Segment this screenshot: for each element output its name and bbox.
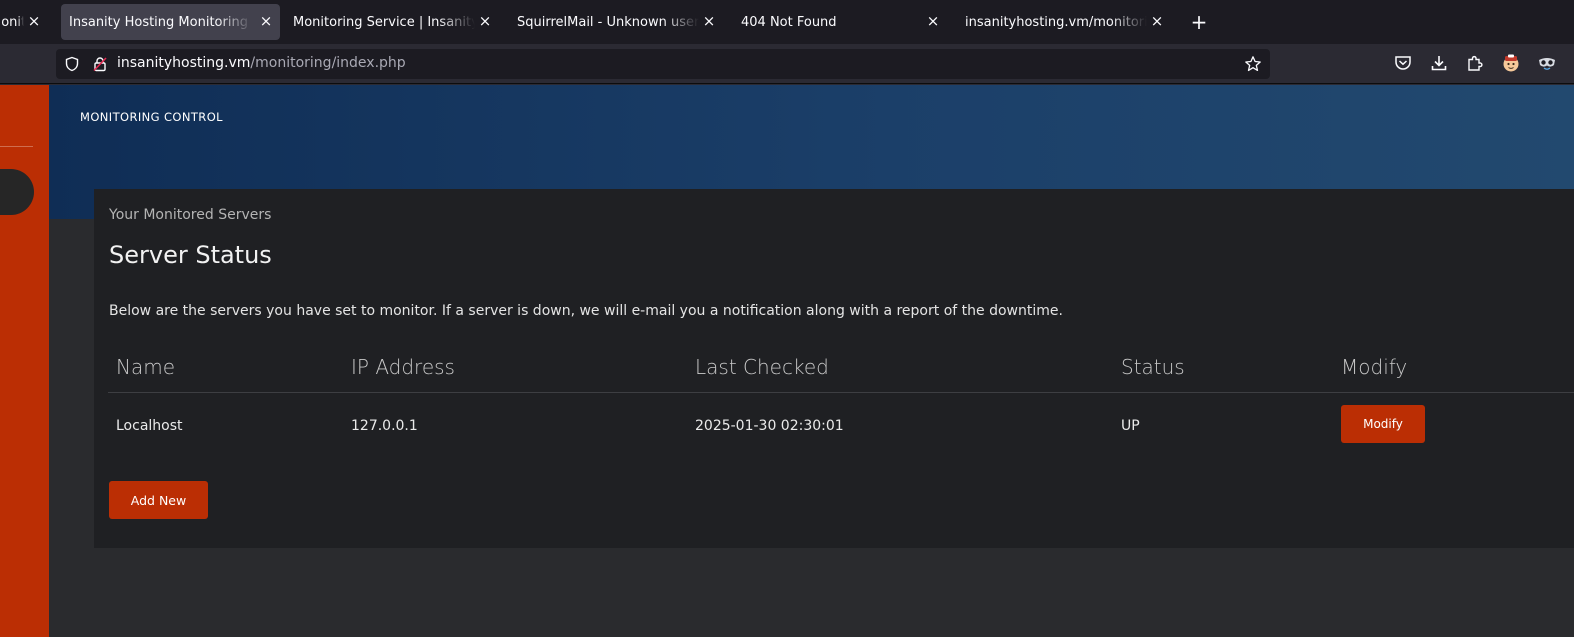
close-tab-icon[interactable]: × bbox=[1149, 13, 1165, 29]
close-tab-icon[interactable]: × bbox=[26, 13, 42, 29]
tab-title: Monitoring Service | Insanity H bbox=[293, 14, 475, 30]
cell-status: UP bbox=[1121, 418, 1140, 434]
cell-last-checked: 2025-01-30 02:30:01 bbox=[695, 418, 844, 434]
url-text[interactable]: insanityhosting.vm/monitoring/index.php bbox=[117, 55, 406, 71]
column-header-modify: Modify bbox=[1341, 355, 1408, 379]
add-new-button[interactable]: Add New bbox=[109, 481, 208, 519]
tab-title: 404 Not Found bbox=[741, 14, 837, 30]
cell-name: Localhost bbox=[116, 418, 183, 434]
close-tab-icon[interactable]: × bbox=[477, 13, 493, 29]
column-header-last-checked: Last Checked bbox=[695, 355, 829, 379]
page-heading: MONITORING CONTROL bbox=[80, 110, 223, 124]
tab-title: insanityhosting.vm/monitoring bbox=[965, 14, 1147, 30]
table-header-divider bbox=[108, 392, 1574, 393]
sidebar-divider bbox=[0, 146, 33, 147]
navigation-toolbar: insanityhosting.vm/monitoring/index.php bbox=[0, 44, 1574, 84]
tab-404-not-found[interactable]: 404 Not Found × bbox=[733, 4, 947, 40]
tab-insanity-hosting-monitoring[interactable]: Insanity Hosting Monitoring S × bbox=[61, 4, 280, 40]
tab-title: SquirrelMail - Unknown user o bbox=[517, 14, 699, 30]
shield-icon[interactable] bbox=[64, 56, 80, 72]
column-header-status: Status bbox=[1121, 355, 1185, 379]
modify-button[interactable]: Modify bbox=[1341, 405, 1425, 443]
insecure-lock-icon[interactable] bbox=[92, 56, 108, 72]
close-tab-icon[interactable]: × bbox=[925, 13, 941, 29]
url-path: /monitoring/index.php bbox=[250, 55, 406, 71]
tab-squirrelmail[interactable]: SquirrelMail - Unknown user o × bbox=[509, 4, 723, 40]
vpn-mask-icon[interactable] bbox=[1537, 53, 1557, 73]
cell-ip-address: 127.0.0.1 bbox=[351, 418, 418, 434]
profile-avatar-icon[interactable] bbox=[1501, 53, 1521, 73]
card-subtitle: Your Monitored Servers bbox=[109, 207, 272, 223]
tab-title: Monitor bbox=[0, 14, 24, 30]
sidebar bbox=[0, 85, 49, 637]
pocket-icon[interactable] bbox=[1393, 53, 1413, 73]
column-header-name: Name bbox=[116, 355, 176, 379]
close-tab-icon[interactable]: × bbox=[701, 13, 717, 29]
card-title: Server Status bbox=[109, 241, 272, 269]
tab-strip: Monitor × Insanity Hosting Monitoring S … bbox=[0, 0, 1574, 44]
download-icon[interactable] bbox=[1429, 53, 1449, 73]
url-bar[interactable]: insanityhosting.vm/monitoring/index.php bbox=[56, 49, 1270, 79]
tab-title: Insanity Hosting Monitoring S bbox=[69, 14, 253, 30]
column-header-ip-address: IP Address bbox=[351, 355, 455, 379]
tab-insanityhosting-monitoring[interactable]: insanityhosting.vm/monitoring × bbox=[957, 4, 1171, 40]
server-status-card: Your Monitored Servers Server Status Bel… bbox=[94, 189, 1574, 548]
bookmark-star-icon[interactable] bbox=[1244, 55, 1262, 73]
sidebar-active-item[interactable] bbox=[0, 169, 34, 215]
extensions-icon[interactable] bbox=[1465, 53, 1485, 73]
card-description: Below are the servers you have set to mo… bbox=[109, 303, 1063, 319]
url-host: insanityhosting.vm bbox=[117, 55, 251, 71]
new-tab-button[interactable]: + bbox=[1188, 11, 1210, 33]
tab-monitoring-service[interactable]: Monitoring Service | Insanity H × bbox=[285, 4, 499, 40]
close-tab-icon[interactable]: × bbox=[258, 13, 274, 29]
page-content: MONITORING CONTROL Your Monitored Server… bbox=[0, 85, 1574, 637]
tab-monitor[interactable]: Monitor × bbox=[0, 4, 48, 40]
